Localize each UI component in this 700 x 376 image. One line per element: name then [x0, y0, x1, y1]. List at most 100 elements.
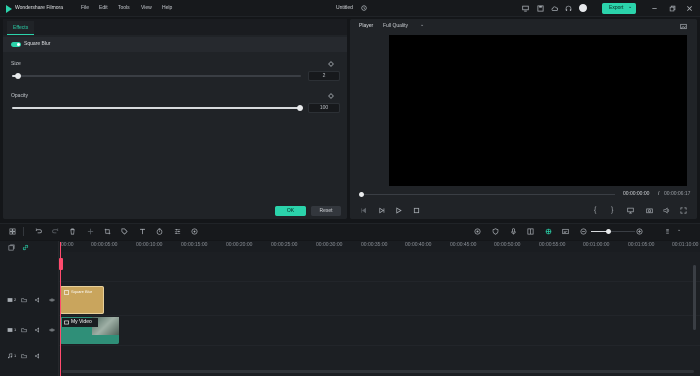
ruler-label: 00:01:00:00: [583, 242, 610, 248]
menu-file[interactable]: File: [81, 6, 89, 11]
render-icon[interactable]: [474, 228, 481, 235]
text-icon[interactable]: [139, 228, 146, 235]
voiceover-icon[interactable]: [527, 228, 534, 235]
scrubber-knob[interactable]: [359, 192, 364, 197]
tab-effects[interactable]: Effects: [7, 21, 34, 35]
size-slider[interactable]: [12, 75, 301, 77]
fullscreen-icon[interactable]: [680, 207, 687, 214]
music-note-icon: [7, 353, 13, 359]
monitor-icon[interactable]: [522, 5, 529, 12]
effect-clip[interactable]: Square Blur: [60, 286, 104, 314]
size-label: Size: [11, 61, 21, 67]
size-value-input[interactable]: 2: [308, 71, 340, 81]
restore-icon[interactable]: [669, 5, 676, 12]
chevron-down-icon[interactable]: ⌄: [420, 23, 424, 28]
export-button[interactable]: Export ⌄: [602, 3, 636, 14]
snap-magnet-icon[interactable]: [545, 228, 552, 235]
menu-help[interactable]: Help: [162, 6, 172, 11]
speed-timer-icon[interactable]: [156, 228, 163, 235]
speaker-icon[interactable]: [35, 327, 41, 333]
keyframe-diamond-icon[interactable]: [328, 93, 334, 99]
opacity-slider-knob[interactable]: [297, 105, 303, 111]
redo-icon[interactable]: [52, 228, 59, 235]
preview-scrubber[interactable]: [361, 194, 615, 195]
ruler-label: 00:00: [61, 242, 74, 248]
playhead-handle[interactable]: [59, 258, 63, 270]
folder-icon[interactable]: [21, 297, 27, 303]
ai-tool-icon[interactable]: [191, 228, 198, 235]
player-label: Player: [359, 23, 374, 29]
delete-icon[interactable]: [69, 228, 76, 235]
track-divider: [59, 345, 700, 346]
adjust-icon[interactable]: [174, 228, 181, 235]
minimize-icon[interactable]: [651, 5, 658, 12]
mark-out-icon[interactable]: }: [611, 207, 613, 214]
keyframe-diamond-icon[interactable]: [328, 61, 334, 67]
avatar[interactable]: [579, 4, 587, 12]
layout-grid-icon[interactable]: [9, 228, 16, 235]
menu-edit[interactable]: Edit: [99, 6, 108, 11]
eye-icon[interactable]: [49, 327, 55, 333]
horizontal-scrollbar[interactable]: [62, 370, 694, 373]
ruler-label: 00:00:25:00: [271, 242, 298, 248]
reset-button[interactable]: Reset: [311, 206, 341, 216]
mark-in-icon[interactable]: {: [594, 207, 596, 214]
track-number: 2: [14, 297, 17, 302]
speaker-icon[interactable]: [35, 297, 41, 303]
ruler-label: 00:00:30:00: [316, 242, 343, 248]
save-icon[interactable]: [537, 5, 544, 12]
track-divider: [59, 315, 700, 316]
microphone-icon[interactable]: [510, 228, 517, 235]
quality-select[interactable]: Full Quality: [383, 24, 408, 29]
app-name: Wondershare Filmora: [15, 5, 63, 11]
effect-clip-label: Square Blur: [71, 289, 93, 294]
zoom-out-icon[interactable]: [580, 228, 587, 235]
crop-icon[interactable]: [104, 228, 111, 235]
ok-button[interactable]: OK: [275, 206, 306, 216]
effect-toggle[interactable]: [11, 42, 21, 47]
ruler-label: 00:00:10:00: [136, 242, 163, 248]
opacity-value-input[interactable]: 100: [308, 103, 340, 113]
menu-view[interactable]: View: [141, 6, 152, 11]
eye-icon[interactable]: [49, 297, 55, 303]
size-slider-knob[interactable]: [15, 73, 21, 79]
zoom-slider-knob[interactable]: [606, 229, 611, 234]
vertical-scrollbar[interactable]: [693, 265, 696, 330]
clock-icon: [361, 5, 367, 11]
snapshot-image-icon[interactable]: [680, 23, 687, 30]
split-icon[interactable]: [87, 228, 94, 235]
camera-icon[interactable]: [646, 207, 653, 214]
ruler-label: 00:01:05:00: [628, 242, 655, 248]
chevron-down-icon: ⌄: [628, 4, 633, 10]
zoom-in-icon[interactable]: [636, 228, 643, 235]
opacity-slider-fill: [12, 107, 300, 109]
volume-icon[interactable]: [663, 207, 670, 214]
ruler-label: 00:00:20:00: [226, 242, 253, 248]
menu-tools[interactable]: Tools: [118, 6, 130, 11]
track-number: 1: [14, 353, 17, 358]
chevron-down-icon[interactable]: ⌄: [677, 228, 681, 233]
display-settings-icon[interactable]: [627, 207, 634, 214]
effect-header: [3, 37, 347, 52]
folder-icon[interactable]: [21, 353, 27, 359]
link-icon[interactable]: [22, 244, 29, 251]
tag-icon[interactable]: [121, 228, 128, 235]
close-icon[interactable]: [686, 5, 693, 12]
ruler-label: 00:00:05:00: [91, 242, 118, 248]
add-track-icon[interactable]: [8, 244, 15, 251]
timeline-area: [0, 241, 700, 376]
play-step-icon[interactable]: [378, 207, 385, 214]
ruler-label: 00:01:10:00: [672, 242, 699, 248]
effects-tab-bar: [3, 19, 347, 35]
marker-shield-icon[interactable]: [492, 228, 499, 235]
folder-icon[interactable]: [21, 327, 27, 333]
stop-icon[interactable]: [413, 207, 420, 214]
more-options-icon[interactable]: [664, 228, 671, 235]
speaker-icon[interactable]: [35, 353, 41, 359]
subtitle-icon[interactable]: [562, 228, 569, 235]
undo-icon[interactable]: [35, 228, 42, 235]
cloud-icon[interactable]: [551, 5, 558, 12]
play-icon[interactable]: [395, 207, 402, 214]
previous-frame-icon[interactable]: [360, 207, 367, 214]
headphones-icon[interactable]: [565, 5, 572, 12]
